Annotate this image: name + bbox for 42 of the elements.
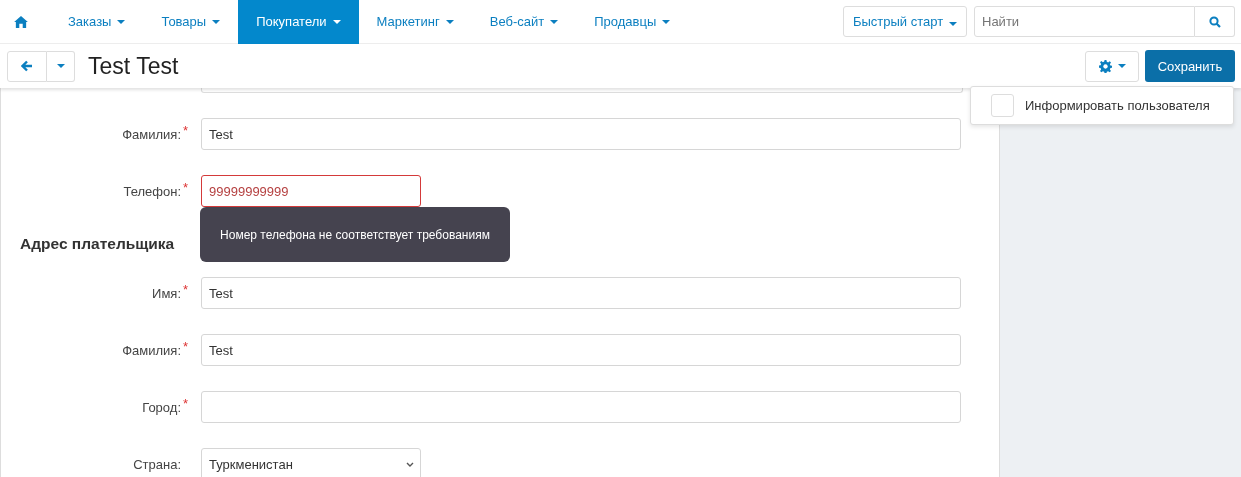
gear-icon (1098, 59, 1112, 73)
settings-dropdown-button[interactable] (1085, 50, 1139, 82)
input-field[interactable] (201, 391, 961, 423)
input-field[interactable]: Test (201, 277, 961, 309)
required-asterisk: * (182, 122, 188, 138)
field-label: Страна: (133, 456, 181, 472)
checkbox-label[interactable]: Информировать пользователя (1025, 98, 1210, 113)
chevron-down-icon (406, 461, 414, 467)
field-label: Город: (142, 399, 181, 415)
field-label: Телефон: (123, 183, 181, 199)
nav-menu-item[interactable]: Товары (143, 0, 239, 44)
nav-menu-item[interactable]: Покупатели (238, 0, 359, 44)
required-asterisk: * (182, 281, 188, 297)
search-field[interactable]: Найти (974, 6, 1195, 37)
nav-menu-item[interactable]: Веб-сайт (471, 0, 577, 44)
nav-menu-item[interactable]: Маркетинг (358, 0, 472, 44)
quick-start-button[interactable]: Быстрый старт (843, 6, 967, 37)
field-label: Имя: (152, 285, 181, 301)
field-label: Фамилия: (122, 126, 181, 142)
caret-icon (1117, 64, 1126, 68)
error-tooltip: Номер телефона не соответствует требованиям (200, 207, 510, 262)
checkbox[interactable] (991, 94, 1014, 117)
caret-icon (56, 64, 65, 68)
arrow-left-icon (21, 60, 33, 72)
section-heading: Адрес плательщика (20, 234, 175, 254)
input-field[interactable]: 99999999999 (201, 175, 421, 207)
country-select[interactable]: Туркменистан (201, 448, 421, 477)
input-field[interactable]: Test (201, 118, 961, 150)
required-asterisk: * (182, 338, 188, 354)
back-button[interactable] (7, 50, 47, 82)
nav-menu-item[interactable]: Заказы (50, 0, 144, 44)
save-button[interactable]: Сохранить (1145, 50, 1235, 82)
required-asterisk: * (182, 179, 188, 195)
search-button[interactable] (1195, 6, 1235, 37)
history-dropdown-button[interactable] (47, 50, 75, 82)
page-title: Test Test (88, 52, 179, 80)
input-field[interactable]: Test (201, 334, 961, 366)
field-label: Фамилия: (122, 342, 181, 358)
nav-menu-item[interactable]: Продавцы (576, 0, 689, 44)
required-asterisk: * (182, 395, 188, 411)
home-icon[interactable] (14, 15, 28, 28)
search-icon (1208, 15, 1221, 28)
